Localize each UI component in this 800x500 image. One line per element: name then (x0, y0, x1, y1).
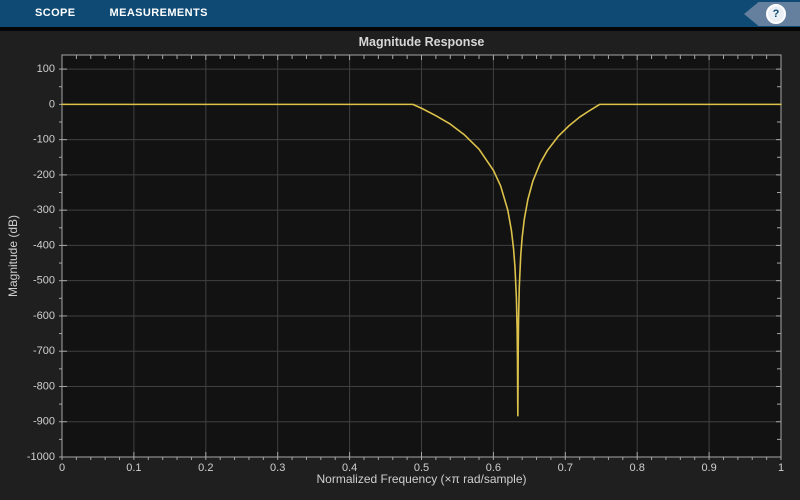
x-tick-label: 0.8 (630, 462, 645, 474)
x-tick-label: 0.9 (701, 462, 716, 474)
scope-window: SCOPE MEASUREMENTS ? Magnitude Response … (0, 0, 800, 500)
y-tick-labels: 100 0 -100 -200 -300 -400 -500 -600 -700 -800 -900… (27, 63, 55, 463)
x-tick-label: 0.6 (486, 462, 501, 474)
x-tick-label: 0.7 (558, 462, 573, 474)
y-tick-label: -400 (33, 239, 55, 251)
x-tick-label: 0.1 (126, 462, 141, 474)
help-button[interactable]: ? (744, 2, 800, 26)
x-tick-labels: 0 0.1 0.2 0.3 0.4 0.5 0.6 0.7 0.8 0.9 1 (59, 462, 784, 474)
y-tick-label: -800 (33, 380, 55, 392)
y-tick-label: 100 (37, 63, 55, 75)
y-tick-label: -100 (33, 134, 55, 146)
y-tick-label: -500 (33, 275, 55, 287)
x-tick-label: 1 (778, 462, 784, 474)
y-tick-label: -1000 (27, 451, 55, 463)
figure-area: Magnitude Response Magnitude (dB) Normal… (0, 31, 800, 500)
tab-measurements[interactable]: MEASUREMENTS (110, 0, 208, 27)
toolstrip: SCOPE MEASUREMENTS ? (0, 0, 800, 27)
x-tick-label: 0.4 (342, 462, 357, 474)
y-tick-label: 0 (49, 98, 55, 110)
y-tick-label: -200 (33, 169, 55, 181)
y-tick-label: -600 (33, 310, 55, 322)
x-tick-label: 0.3 (270, 462, 285, 474)
x-tick-label: 0 (59, 462, 65, 474)
magnitude-response-plot: 0 0.1 0.2 0.3 0.4 0.5 0.6 0.7 0.8 0.9 1 100 0 -100 -20… (27, 54, 784, 474)
y-tick-label: -700 (33, 345, 55, 357)
tab-scope[interactable]: SCOPE (35, 0, 76, 27)
x-tick-label: 0.2 (198, 462, 213, 474)
x-tick-label: 0.5 (414, 462, 429, 474)
question-mark-icon: ? (766, 4, 786, 24)
y-tick-label: -900 (33, 416, 55, 428)
y-tick-label: -300 (33, 204, 55, 216)
